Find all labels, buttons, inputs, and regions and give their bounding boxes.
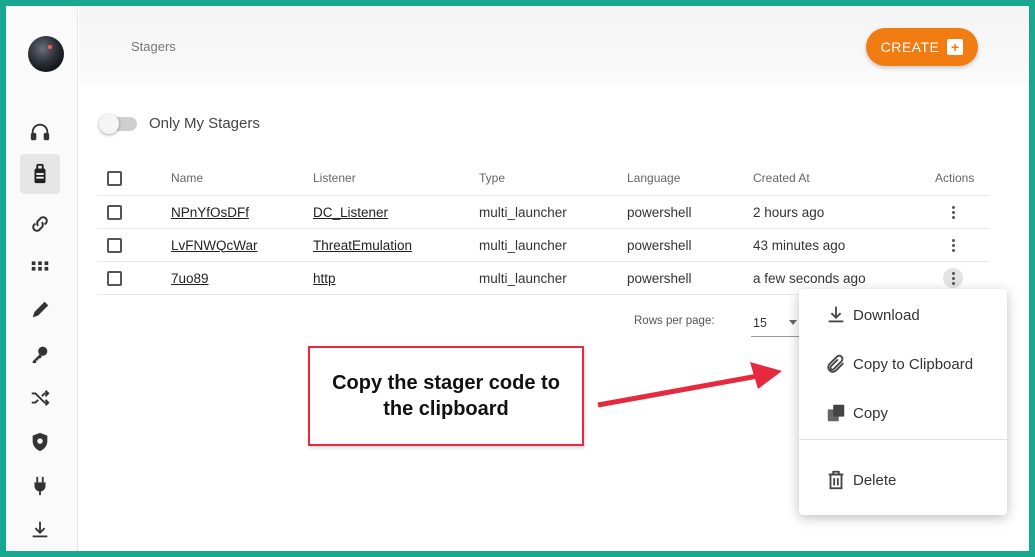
- table-row[interactable]: LvFNWQcWar ThreatEmulation multi_launche…: [97, 229, 989, 262]
- stager-language: powershell: [627, 270, 692, 286]
- stager-type: multi_launcher: [479, 270, 567, 286]
- table-header-row: Name Listener Type Language Created At A…: [97, 161, 989, 196]
- more-vertical-icon[interactable]: [943, 268, 963, 288]
- trash-icon: [828, 470, 844, 490]
- grid-icon: [31, 261, 49, 271]
- stager-name-link[interactable]: NPnYfOsDFf: [171, 196, 249, 228]
- menu-item-copy-to-clipboard[interactable]: Copy to Clipboard: [799, 344, 1007, 384]
- annotation-arrow-icon: [597, 362, 782, 408]
- row-checkbox[interactable]: [107, 204, 122, 220]
- menu-item-copy[interactable]: Copy: [799, 393, 1007, 433]
- link-icon: [32, 216, 48, 232]
- only-my-stagers-label: Only My Stagers: [149, 115, 260, 132]
- row-checkbox[interactable]: [107, 237, 122, 253]
- sidebar-item-stagers[interactable]: [20, 154, 60, 194]
- rows-per-page-label: Rows per page:: [634, 315, 715, 327]
- download-icon: [828, 306, 844, 323]
- menu-label-copy: Copy: [853, 404, 889, 422]
- menu-label-download: Download: [853, 306, 920, 324]
- briefcase-icon: [34, 163, 46, 184]
- sidebar-item-agents[interactable]: [20, 204, 60, 244]
- stager-language: powershell: [627, 237, 692, 253]
- table-row[interactable]: NPnYfOsDFf DC_Listener multi_launcher po…: [97, 196, 989, 229]
- headphones-icon: [30, 123, 50, 141]
- copy-icon: [827, 404, 845, 422]
- plug-icon: [34, 476, 46, 496]
- rows-per-page-select[interactable]: 15: [751, 309, 799, 337]
- shuffle-icon: [31, 390, 50, 406]
- header-actions: Actions: [935, 171, 975, 185]
- sidebar-item-plugins[interactable]: [20, 466, 60, 506]
- listener-link[interactable]: http: [313, 262, 336, 294]
- sidebar-item-listeners[interactable]: [20, 112, 60, 152]
- annotation-callout: Copy the stager code to the clipboard: [308, 346, 584, 446]
- stager-type: multi_launcher: [479, 237, 567, 253]
- stager-name-link[interactable]: 7uo89: [171, 262, 209, 294]
- menu-item-delete[interactable]: Delete: [799, 460, 1007, 500]
- rows-per-page-value: 15: [753, 315, 767, 330]
- sidebar-item-credentials[interactable]: [20, 334, 60, 374]
- stager-name-link[interactable]: LvFNWQcWar: [171, 229, 258, 261]
- sidebar-item-modules[interactable]: [20, 246, 60, 286]
- more-vertical-icon[interactable]: [943, 235, 963, 255]
- top-bar: Stagers CREATE +: [79, 6, 1029, 86]
- menu-item-download[interactable]: Download: [799, 295, 1007, 335]
- menu-label-delete: Delete: [853, 471, 897, 489]
- sidebar-item-downloads[interactable]: [20, 510, 60, 550]
- header-name[interactable]: Name: [171, 161, 203, 195]
- listener-link[interactable]: DC_Listener: [313, 196, 388, 228]
- listener-link[interactable]: ThreatEmulation: [313, 229, 412, 261]
- plus-box-icon: +: [947, 39, 964, 55]
- select-all-checkbox[interactable]: [107, 170, 122, 186]
- header-language[interactable]: Language: [627, 161, 680, 195]
- stager-created-at: 43 minutes ago: [753, 237, 846, 253]
- stagers-table: Name Listener Type Language Created At A…: [97, 161, 989, 295]
- create-button[interactable]: CREATE +: [866, 28, 978, 66]
- stager-created-at: 2 hours ago: [753, 204, 825, 220]
- key-icon: [32, 346, 48, 364]
- stager-language: powershell: [627, 204, 692, 220]
- header-type[interactable]: Type: [479, 161, 505, 195]
- toggle-knob[interactable]: [99, 114, 119, 134]
- header-created-at[interactable]: Created At: [753, 161, 810, 195]
- row-checkbox[interactable]: [107, 270, 122, 286]
- only-my-stagers-toggle[interactable]: [99, 114, 137, 134]
- chevron-down-icon: [789, 320, 797, 325]
- sidebar-item-plugins-shuffle[interactable]: [20, 378, 60, 418]
- row-actions-menu: Download Copy to Clipboard Copy Delete: [799, 289, 1007, 515]
- pencil-icon: [32, 301, 49, 318]
- header-listener[interactable]: Listener: [313, 161, 356, 195]
- more-vertical-icon[interactable]: [943, 202, 963, 222]
- breadcrumb[interactable]: Stagers: [131, 39, 176, 54]
- create-label: CREATE: [880, 39, 940, 55]
- sidebar: [6, 6, 78, 551]
- stager-type: multi_launcher: [479, 204, 567, 220]
- sidebar-item-edit[interactable]: [20, 290, 60, 330]
- sidebar-item-malleable[interactable]: [20, 422, 60, 462]
- paperclip-icon: [827, 354, 844, 373]
- avatar[interactable]: [28, 36, 64, 72]
- menu-label-copy-to-clipboard: Copy to Clipboard: [853, 355, 974, 373]
- download-icon: [32, 521, 48, 538]
- menu-divider: [799, 439, 1007, 440]
- shield-icon: [32, 432, 48, 452]
